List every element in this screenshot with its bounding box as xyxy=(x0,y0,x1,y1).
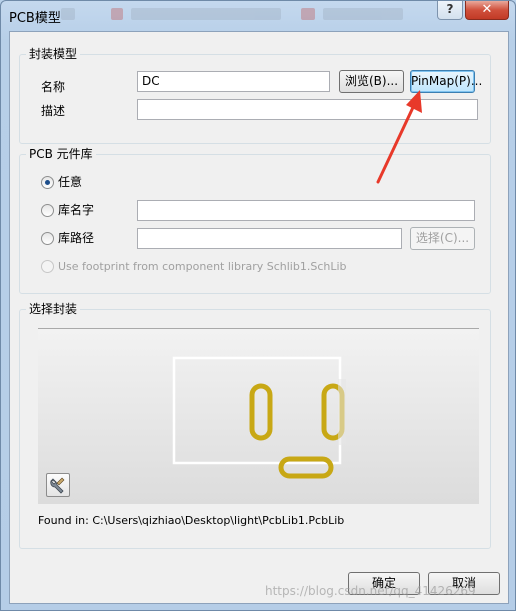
wrench-tool-icon[interactable] xyxy=(46,473,70,497)
library-name-field[interactable] xyxy=(137,200,475,221)
background-window-strip xyxy=(61,5,421,23)
radio-any-label: 任意 xyxy=(58,175,83,189)
pcb-library-legend: PCB 元件库 xyxy=(26,147,96,161)
footprint-graphic xyxy=(172,356,346,479)
window-title: PCB模型 xyxy=(9,11,61,26)
watermark-text: https://blog.csdn.net/qq_41426269 xyxy=(265,584,476,598)
radio-library-name[interactable] xyxy=(41,204,54,217)
radio-any[interactable] xyxy=(41,176,54,189)
wrench-icon xyxy=(50,477,65,494)
radio-library-path[interactable] xyxy=(41,232,54,245)
name-label: 名称 xyxy=(41,80,66,94)
radio-library-path-label: 库路径 xyxy=(58,231,95,245)
radio-use-component-library-label: Use footprint from component library Sch… xyxy=(58,260,347,273)
preview-selection-box xyxy=(172,356,342,465)
select-path-button[interactable]: 选择(C)... xyxy=(410,227,475,250)
pinmap-button[interactable]: PinMap(P)... xyxy=(410,70,482,93)
radio-use-component-library[interactable] xyxy=(41,260,54,273)
dialog-client-area: 封装模型 名称 DC 浏览(B)... PinMap(P)... 描述 PCB … xyxy=(9,31,509,604)
browse-button[interactable]: 浏览(B)... xyxy=(339,70,404,93)
radio-library-name-label: 库名字 xyxy=(58,203,95,217)
help-button[interactable]: ? xyxy=(437,1,463,20)
found-in-path: Found in: C:\Users\qizhiao\Desktop\light… xyxy=(38,514,345,527)
select-footprint-legend: 选择封装 xyxy=(26,302,81,316)
pad-bottom xyxy=(278,456,334,479)
footprint-preview[interactable] xyxy=(38,328,479,504)
description-field[interactable] xyxy=(137,99,478,120)
footprint-model-legend: 封装模型 xyxy=(26,47,81,61)
pad-left xyxy=(249,383,273,441)
close-button[interactable]: ✕ xyxy=(465,1,509,20)
pcb-model-dialog: PCB模型 ? ✕ 封装模型 名称 DC 浏览(B)... PinMap(P).… xyxy=(0,0,516,611)
library-path-field[interactable] xyxy=(137,228,402,249)
name-field[interactable]: DC xyxy=(137,71,330,92)
description-label: 描述 xyxy=(41,104,66,118)
